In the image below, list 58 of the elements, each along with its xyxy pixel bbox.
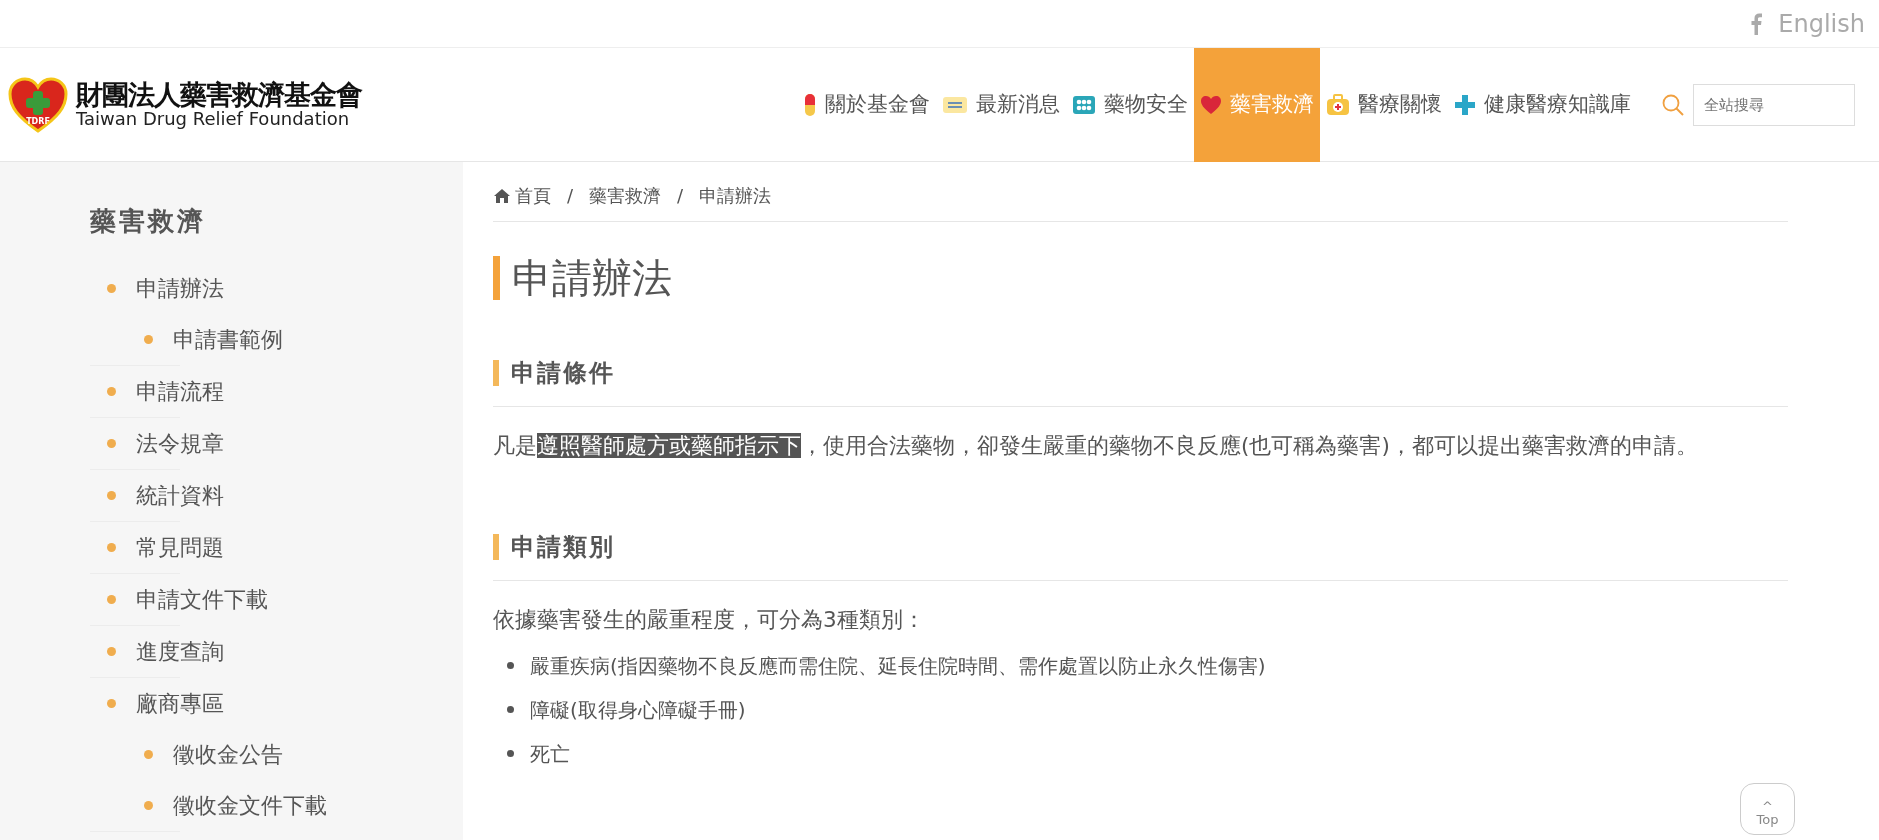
logo-subtitle: Taiwan Drug Relief Foundation — [76, 109, 350, 130]
search-field[interactable]: 全站搜尋 — [1693, 83, 1855, 126]
sidebar-link[interactable]: 申請辦法 — [90, 263, 224, 314]
section-heading: 申請類別 — [493, 533, 1788, 561]
back-to-top-button[interactable]: ^ Top — [1740, 783, 1795, 835]
sidebar-link[interactable]: 廠商專區 — [90, 678, 224, 729]
sidebar-link[interactable]: 申請流程 — [90, 366, 224, 417]
section-heading: 申請條件 — [493, 360, 1788, 387]
list-item: 障礙(取得身心障礙手冊) — [530, 696, 746, 724]
home-icon — [493, 187, 511, 204]
nav-tab[interactable]: 健康醫療知識庫 — [1448, 47, 1637, 162]
bullet-icon — [107, 595, 116, 604]
bullet-icon — [507, 750, 514, 758]
message-icon — [942, 94, 968, 115]
sidebar-link[interactable]: 申請文件下載 — [90, 574, 268, 625]
bullet-icon — [107, 647, 116, 656]
capsule-icon — [803, 92, 817, 117]
bullet-icon — [144, 801, 153, 810]
paragraph: 凡是遵照醫師處方或藥師指示下，使用合法藥物，卻發生嚴重的藥物不良反應(也可稱為藥害)，都可以提出藥害救濟的申請。 — [493, 432, 1699, 461]
logo-title: 財團法人藥害救濟基金會 — [76, 79, 362, 110]
bullet-icon — [107, 543, 116, 552]
sidebar-link[interactable]: 常見問題 — [90, 522, 224, 573]
bullet-icon — [144, 750, 153, 759]
bullet-icon — [507, 706, 514, 714]
breadcrumb-link[interactable]: 首頁 — [493, 182, 551, 209]
breadcrumb-link[interactable]: 申請辦法 — [699, 182, 772, 209]
blister-pack-icon — [1072, 94, 1096, 115]
nav-tab[interactable]: 最新消息 — [936, 47, 1066, 162]
bullet-icon — [107, 387, 116, 396]
list-item: 死亡 — [530, 740, 570, 768]
heart-logo-icon: TDRF — [8, 76, 68, 133]
sidebar-link[interactable]: 申請書範例 — [90, 314, 283, 365]
nav-tab[interactable]: 醫療關懷 — [1320, 47, 1448, 162]
bullet-icon — [507, 662, 514, 670]
nav-tab[interactable]: 藥物安全 — [1066, 47, 1194, 162]
sidebar-link[interactable]: 進度查詢 — [90, 626, 224, 677]
sidebar-link[interactable]: 徵收金公告 — [90, 729, 283, 780]
sidebar-link[interactable]: 統計資料 — [90, 470, 224, 521]
breadcrumb-separator: / — [567, 184, 574, 208]
page-title: 申請辦法 — [493, 256, 1788, 300]
list-item: 嚴重疾病(指因藥物不良反應而需住院、延長住院時間、需作處置以防止永久性傷害) — [530, 652, 1266, 680]
bullet-icon — [107, 491, 116, 500]
facebook-icon — [1750, 12, 1763, 35]
bullet-icon — [107, 284, 116, 293]
nav-tab[interactable]: 關於基金會 — [797, 47, 936, 162]
medical-kit-icon — [1326, 93, 1350, 116]
sidebar-link[interactable]: 法令規章 — [90, 418, 224, 469]
paragraph: 依據藥害發生的嚴重程度，可分為3種類別： — [493, 606, 926, 635]
bullet-icon — [144, 335, 153, 344]
search-icon — [1661, 92, 1685, 117]
sidebar-title: 藥害救濟 — [90, 205, 207, 238]
bullet-icon — [107, 439, 116, 448]
heart-icon — [1200, 94, 1222, 115]
sidebar-link[interactable]: 徵收金文件下載 — [90, 780, 327, 831]
medical-cross-icon — [1454, 93, 1476, 116]
breadcrumb-separator: / — [677, 184, 684, 208]
breadcrumb-link[interactable]: 藥害救濟 — [589, 182, 662, 209]
bullet-icon — [107, 699, 116, 708]
